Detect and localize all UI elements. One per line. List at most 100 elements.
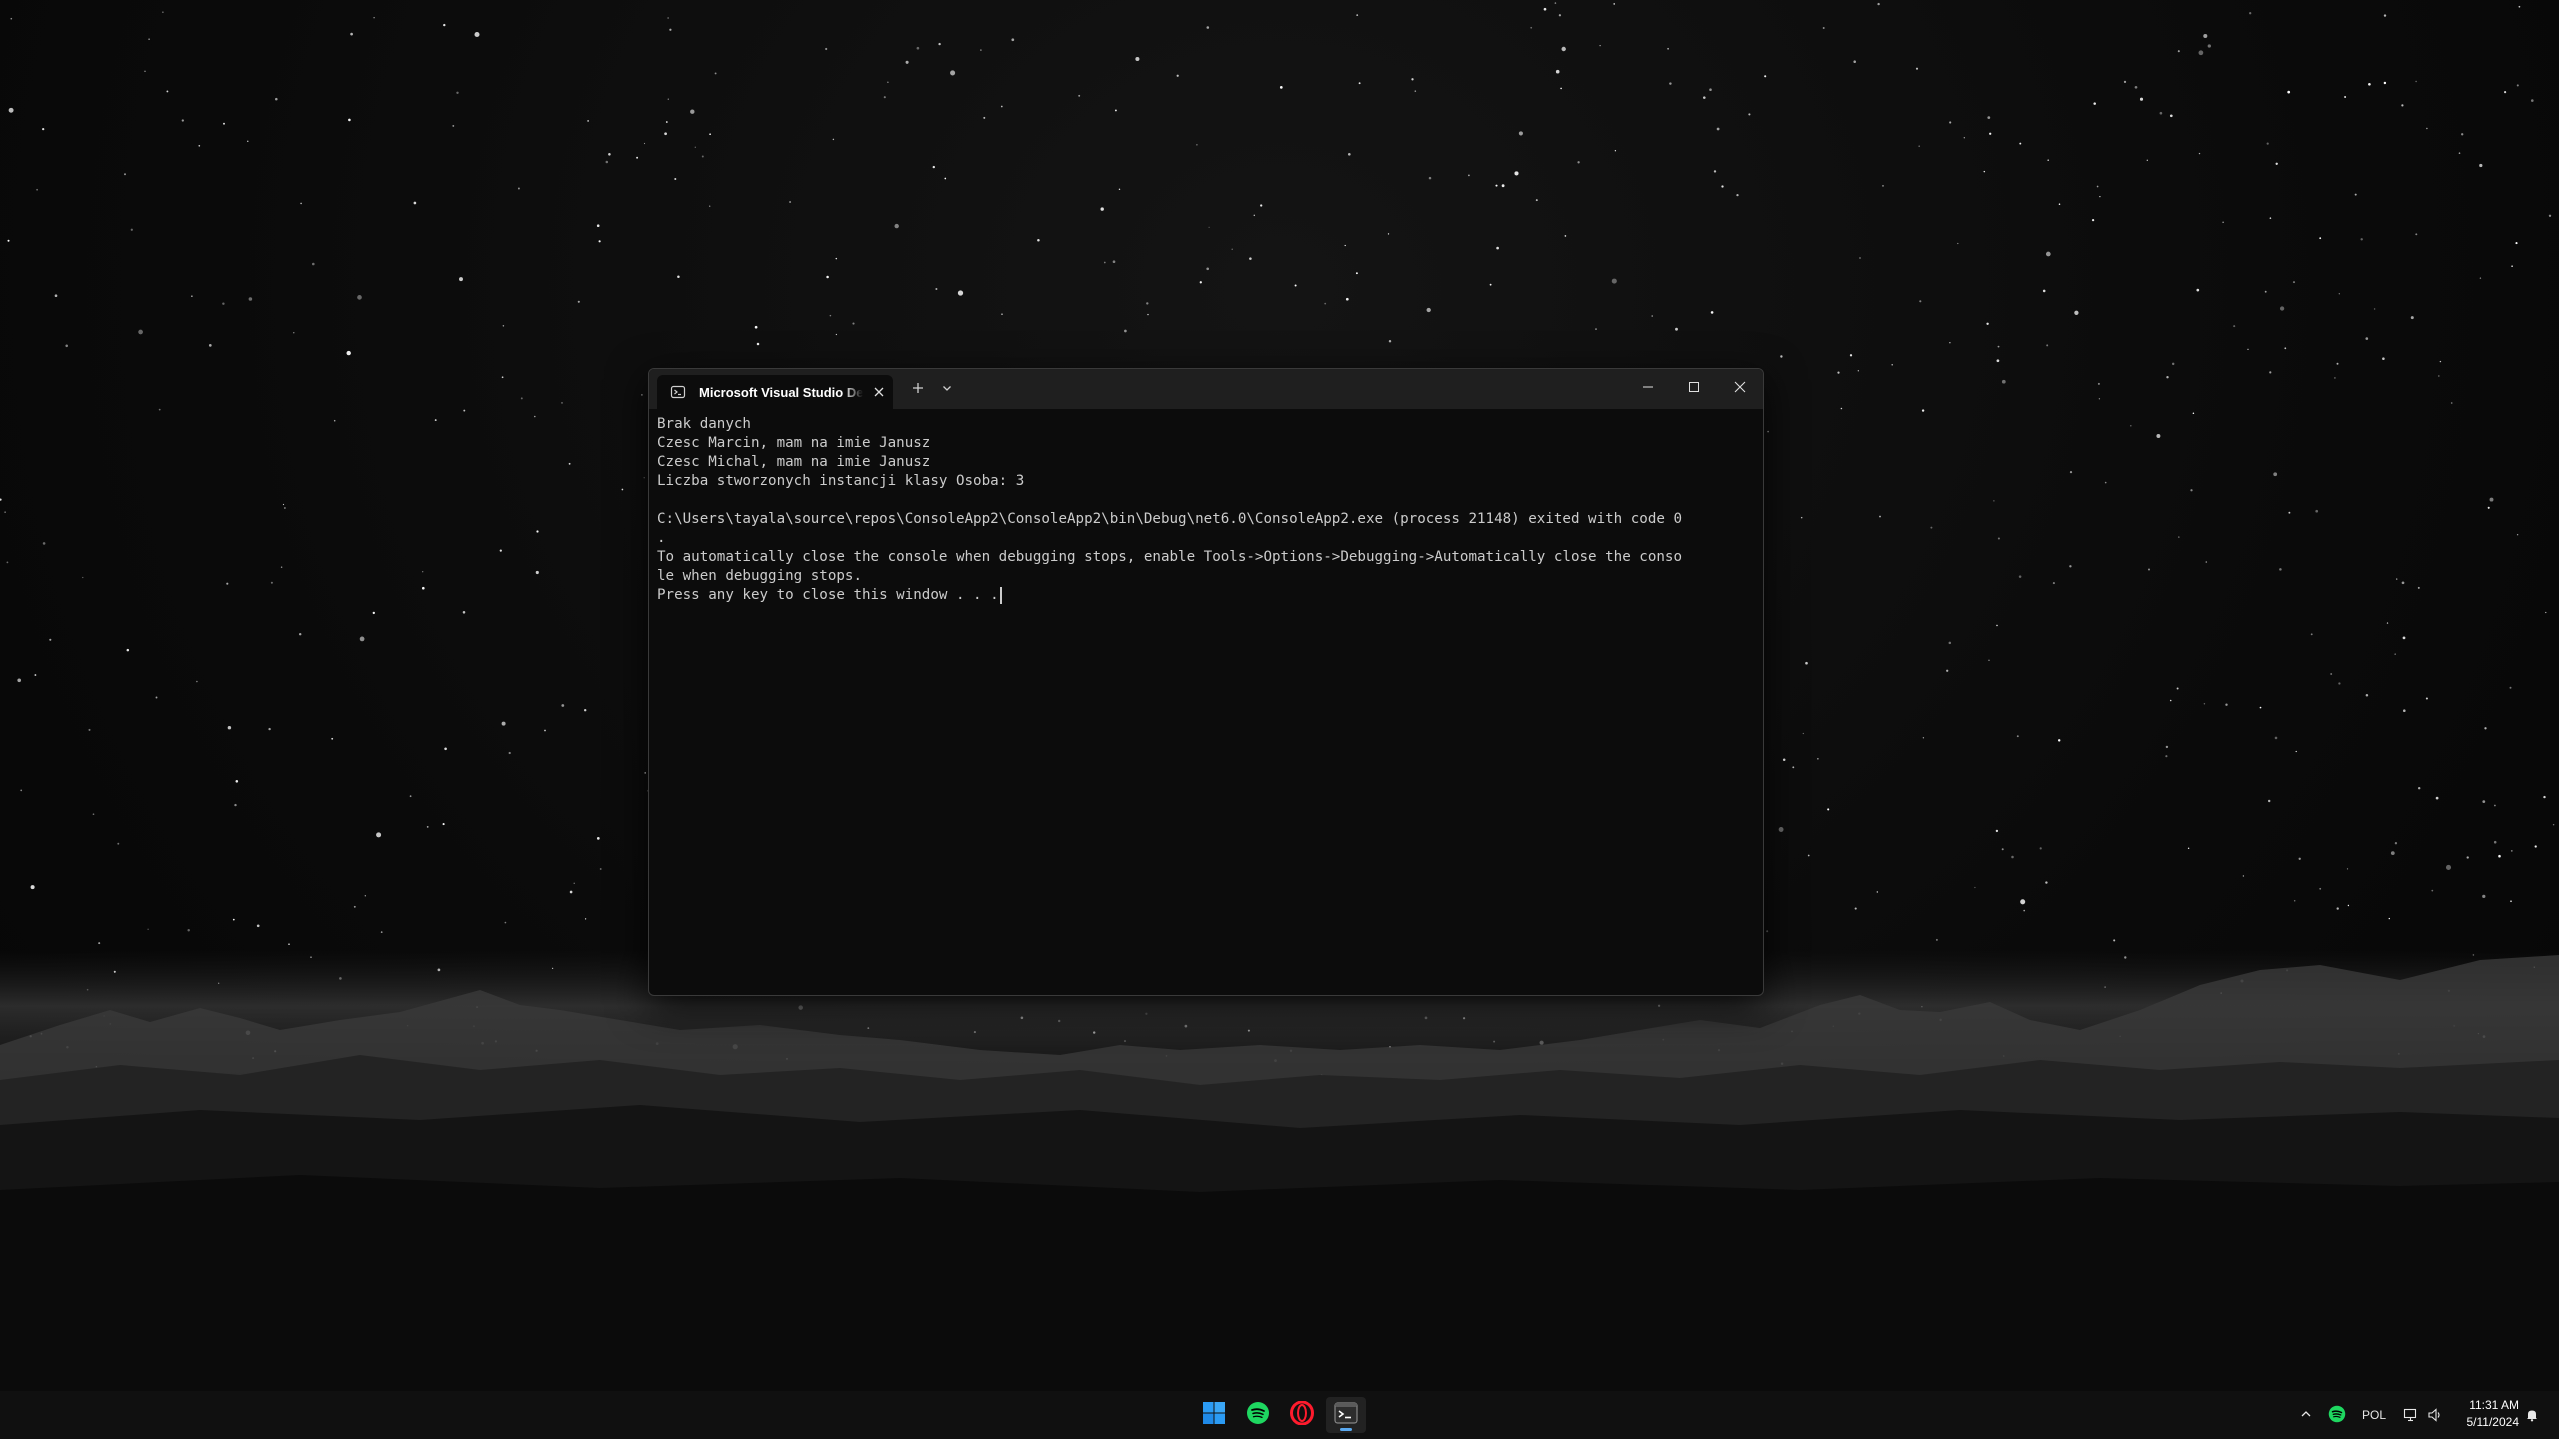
star: [2019, 142, 2022, 145]
star: [2445, 864, 2452, 870]
show-hidden-icons-button[interactable]: [2296, 1403, 2316, 1427]
star: [1792, 766, 1795, 769]
star: [88, 728, 91, 731]
star: [2146, 159, 2148, 161]
star: [1388, 339, 1392, 343]
star: [2177, 50, 2180, 53]
star: [2334, 377, 2336, 379]
star: [1879, 515, 1881, 518]
star: [1822, 27, 1825, 29]
star: [2415, 233, 2418, 236]
taskbar-start-button[interactable]: [1194, 1397, 1234, 1433]
star: [1840, 407, 1843, 410]
star: [1468, 174, 1470, 177]
star: [2383, 81, 2387, 85]
star: [298, 632, 302, 636]
star: [422, 586, 425, 590]
star: [1103, 261, 1106, 264]
active-app-indicator: [1340, 1428, 1352, 1431]
star: [1782, 758, 1786, 761]
star: [2016, 735, 2019, 738]
star: [413, 201, 417, 205]
star: [1805, 661, 1808, 665]
star: [2020, 899, 2026, 905]
star: [520, 397, 523, 400]
star: [373, 17, 375, 19]
star: [1709, 88, 1712, 91]
star: [577, 300, 580, 303]
star: [1974, 886, 1976, 889]
star: [1986, 322, 1989, 325]
console-line: le when debugging stops.: [657, 568, 862, 584]
star: [1859, 257, 1861, 259]
notification-bell-icon[interactable]: [2522, 1403, 2542, 1427]
star: [499, 549, 502, 552]
taskbar-opera[interactable]: [1282, 1397, 1322, 1433]
star: [4, 511, 6, 513]
star: [2310, 633, 2313, 636]
star: [2098, 398, 2101, 400]
star: [887, 81, 889, 83]
star: [2198, 152, 2201, 155]
star: [2479, 163, 2483, 168]
star: [1428, 176, 1432, 180]
language-indicator[interactable]: POL: [2358, 1403, 2390, 1427]
star: [2543, 795, 2546, 799]
star: [1118, 188, 1121, 191]
star: [1426, 307, 1431, 313]
star: [1675, 327, 1678, 331]
star: [916, 46, 920, 50]
star: [2498, 854, 2501, 858]
terminal-icon: [1334, 1402, 1358, 1429]
console-output[interactable]: Brak danych Czesc Marcin, mam na imie Ja…: [657, 415, 1755, 987]
minimize-button[interactable]: [1625, 369, 1671, 409]
title-bar[interactable]: Microsoft Visual Studio Debug Console: [649, 369, 1763, 409]
star: [2402, 636, 2406, 640]
star: [187, 928, 190, 932]
star: [2074, 310, 2079, 315]
star: [2338, 682, 2341, 685]
star: [2052, 582, 2055, 585]
volume-icon[interactable]: [2424, 1403, 2446, 1427]
star: [1930, 526, 1933, 529]
chevron-down-icon[interactable]: [936, 377, 958, 399]
star: [2401, 104, 2404, 107]
console-prompt-line: Press any key to close this window . . .: [657, 586, 1755, 605]
maximize-button[interactable]: [1671, 369, 1717, 409]
network-icon[interactable]: [2400, 1403, 2422, 1427]
star: [1997, 537, 2000, 540]
star: [2534, 845, 2537, 848]
star: [2346, 868, 2349, 870]
star: [502, 325, 505, 327]
plus-icon[interactable]: [907, 377, 929, 399]
star: [2225, 703, 2228, 706]
star: [1997, 345, 2000, 348]
star: [1802, 732, 1804, 735]
star: [2545, 611, 2547, 614]
star: [2396, 578, 2398, 580]
tray-spotify[interactable]: [2326, 1403, 2348, 1427]
star: [714, 72, 717, 75]
taskbar-terminal[interactable]: [1326, 1397, 1366, 1433]
minimize-icon: [1642, 380, 1654, 398]
terminal-window[interactable]: Microsoft Visual Studio Debug Console: [648, 368, 1764, 996]
star: [1817, 758, 1819, 760]
close-tab-icon[interactable]: [869, 382, 889, 402]
star: [2222, 221, 2224, 223]
star: [596, 837, 600, 840]
star: [621, 488, 624, 491]
star: [677, 275, 680, 278]
taskbar-spotify[interactable]: [1238, 1397, 1278, 1433]
star: [754, 325, 758, 329]
star: [1345, 297, 1349, 301]
taskbar-clock[interactable]: 11:31 AM 5/11/2024: [2467, 1397, 2520, 1431]
tab-debug-console[interactable]: Microsoft Visual Studio Debug Console: [657, 375, 893, 409]
star: [2425, 697, 2428, 700]
star: [2410, 316, 2414, 320]
star: [1921, 409, 1925, 412]
close-button[interactable]: [1717, 369, 1763, 409]
star: [1996, 359, 2000, 363]
star: [232, 918, 235, 921]
star: [1882, 185, 1884, 187]
